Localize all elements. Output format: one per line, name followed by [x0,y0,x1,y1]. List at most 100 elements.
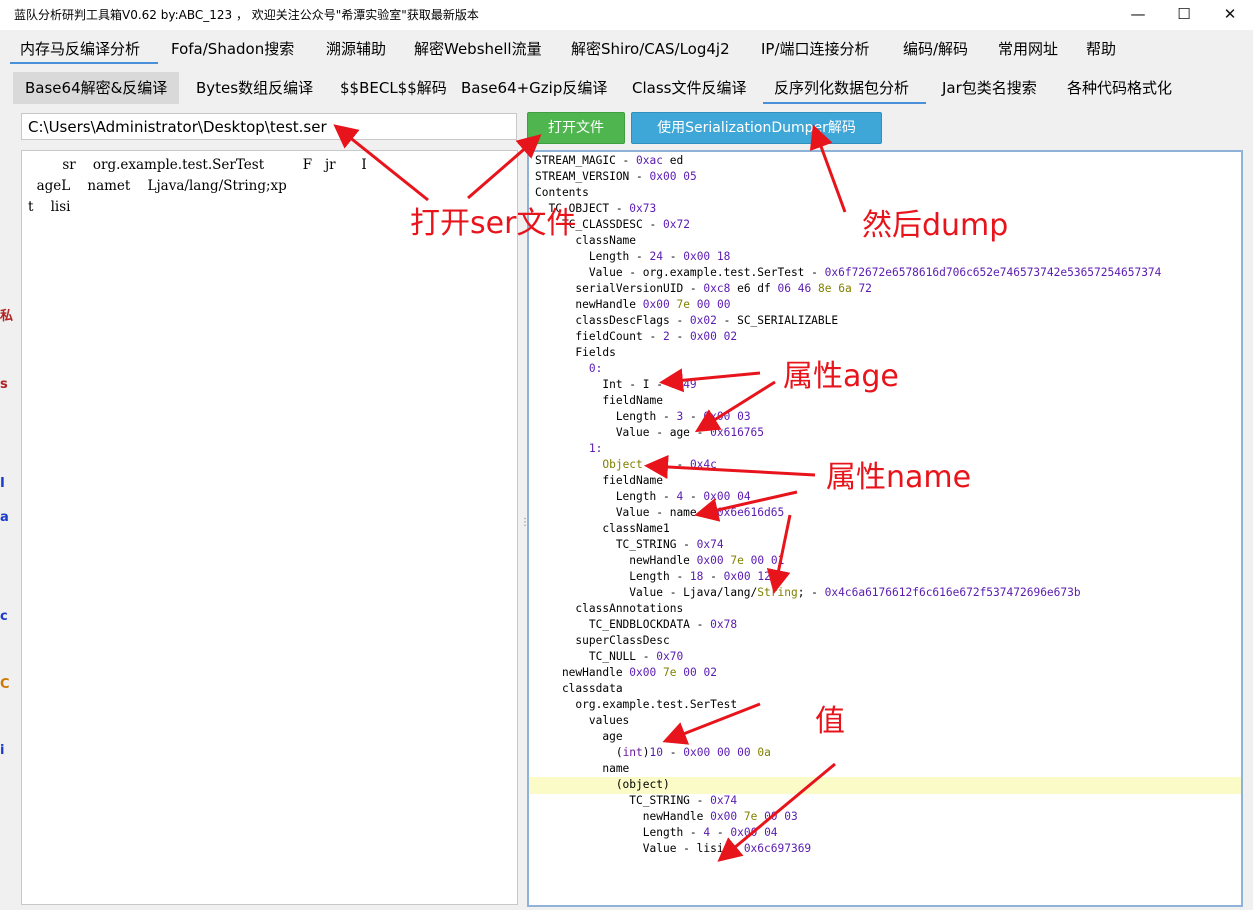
dump-token: 06 [777,282,791,295]
dump-output-area[interactable]: STREAM_MAGIC - 0xac ed STREAM_VERSION - … [527,150,1243,907]
dump-token: classdata [535,682,623,695]
dump-token: Length - [535,410,677,423]
menu-item[interactable]: 内存马反编译分析 [20,38,140,59]
dump-token: 0x02 [689,314,717,327]
main-menu: 内存马反编译分析 Fofa/Shadon搜索 溯源辅助 解密Webshell流量 解密S… [0,32,1253,66]
minimize-button[interactable]: — [1115,0,1161,30]
file-path-input[interactable] [21,113,517,140]
dump-token: 00 [696,298,711,311]
dump-token: 2 [662,330,670,343]
dump-token: 72 [858,282,872,295]
dump-token: 00 [716,746,731,759]
dump-token: 0x00 [683,250,711,263]
dump-token: name [535,762,630,775]
dump-token: 00 [737,746,751,759]
window-title: 蓝队分析研判工具箱V0.62 by:ABC_123 ， 欢迎关注公众号"希潭实验… [14,8,479,22]
edge-glyph: C [0,677,10,692]
dump-token: 00 [716,298,731,311]
dump-token: Int - I - [535,378,670,391]
edge-glyph: a [0,510,9,525]
dump-token: 18 [689,570,704,583]
serialization-dumper-button[interactable]: 使用SerializationDumper解码 [631,112,882,144]
dump-token: serialVersionUID - [535,282,704,295]
dump-token [656,666,663,679]
dump-token: 0x00 [642,298,670,311]
dump-token: - [683,490,704,503]
tab[interactable]: Class文件反编译 [632,72,746,104]
dump-token: 7e [730,554,744,567]
dump-token: Length - [535,250,650,263]
menu-item[interactable]: 帮助 [1086,38,1116,59]
tab[interactable]: Bytes数组反编译 [196,72,313,104]
dump-token: 0x00 [703,410,731,423]
dump-output-text: STREAM_MAGIC - 0xac ed STREAM_VERSION - … [535,153,1161,857]
dump-token: className1 [535,522,670,535]
tab[interactable]: Base64+Gzip反编译 [461,72,607,104]
dump-token: 0x00 [649,170,677,183]
dump-token: 0x6e616d65 [716,506,785,519]
dump-token: - [663,746,684,759]
menu-item[interactable]: 溯源辅助 [326,38,386,59]
dump-token: 0x00 [723,570,751,583]
dump-token: - [703,570,724,583]
dump-token: newHandle [535,298,643,311]
dump-token: ) [642,746,650,759]
dump-token: fieldName [535,394,663,407]
dump-token: TC_NULL - [535,650,657,663]
dump-token: 0x00 [696,554,724,567]
dump-token: classAnnotations [535,602,684,615]
tab[interactable]: Jar包类名搜索 [942,72,1037,104]
menu-item[interactable]: IP/端口连接分析 [761,38,870,59]
dump-token: org.example.test.SerTest [535,698,738,711]
maximize-button[interactable]: ☐ [1161,0,1207,30]
dump-token: 8e [817,282,832,295]
dump-token: - [669,330,690,343]
menu-item[interactable]: 常用网址 [998,38,1058,59]
dump-token: newHandle [535,666,630,679]
dump-token: 0x00 [689,330,717,343]
dump-token [690,298,697,311]
open-file-button[interactable]: 打开文件 [527,112,625,144]
dump-token: Value - name - [535,506,717,519]
dump-token: ed [663,154,684,167]
dump-token: Length - [535,490,677,503]
dump-token: 03 [784,810,798,823]
tab-hover-underline [763,102,926,104]
dump-token: 6a [838,282,852,295]
edge-glyph: 私 [0,309,14,324]
edge-glyph: c [0,609,8,624]
close-button[interactable]: ✕ [1207,0,1253,30]
menu-item[interactable]: Fofa/Shadon搜索 [171,38,294,59]
dump-token: 0x74 [696,538,724,551]
dump-token: String [757,586,798,599]
dump-token: 10 [649,746,664,759]
tab[interactable]: $$BECL$$解码 [340,72,447,104]
dump-token: fieldCount - [535,330,663,343]
dump-token: 7e [676,298,690,311]
dump-token: int [622,746,643,759]
dump-token: 0x4c [689,458,717,471]
dump-token: 0x00 [710,810,738,823]
tab[interactable]: Base64解密&反编译 [13,72,180,104]
dump-token: 0x616765 [710,426,765,439]
pane-splitter-handle[interactable]: ⋮ [520,518,530,538]
dump-token: 01 [770,554,785,567]
menu-item[interactable]: 编码/解码 [903,38,968,59]
dump-token: 0a [757,746,771,759]
menu-item[interactable]: 解密Shiro/CAS/Log4j2 [571,38,730,59]
dump-token: newHandle [535,554,697,567]
raw-serialized-text-area[interactable]: sr org.example.test.SerTest F jr I ageL … [21,150,518,905]
dump-token: 0x00 [703,490,731,503]
dump-token: 0x00 [730,826,758,839]
dump-token: 02 [703,666,717,679]
dump-token: (object) [535,778,670,791]
tab[interactable]: 反序列化数据包分析 [774,72,909,104]
dump-token: 04 [764,826,778,839]
dump-token: 0x73 [629,202,657,215]
menu-item[interactable]: 解密Webshell流量 [414,38,542,59]
dump-token [717,330,724,343]
tab[interactable]: 各种代码格式化 [1067,72,1172,104]
dump-token [744,554,751,567]
dump-token: Length - [535,826,704,839]
edge-glyph: s [0,377,8,392]
